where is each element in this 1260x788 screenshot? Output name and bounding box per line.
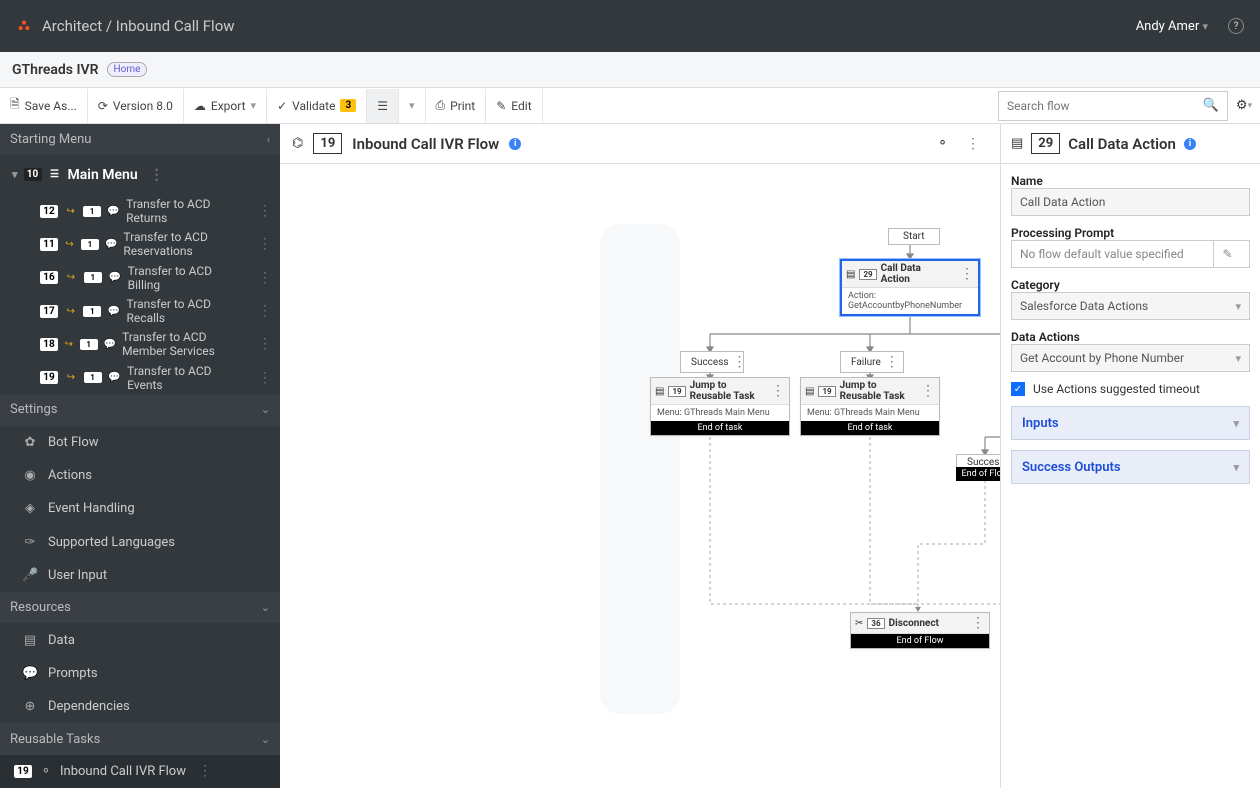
search-icon: 🔍 <box>1203 98 1219 113</box>
name-field[interactable]: Call Data Action <box>1011 188 1250 216</box>
user-input-item[interactable]: 🎤User Input <box>0 559 280 592</box>
home-badge[interactable]: Home <box>107 62 148 77</box>
checkbox-checked-icon: ✓ <box>1011 382 1025 396</box>
print-icon: ⎙ <box>436 98 446 113</box>
search-input[interactable]: 🔍 <box>998 91 1228 121</box>
processing-label: Processing Prompt <box>1011 226 1250 240</box>
validate-button[interactable]: ✓Validate 3 <box>267 89 367 123</box>
menu-item-events[interactable]: 19 ↪1💬 Transfer to ACD Events⋮ <box>0 361 280 394</box>
save-icon: 🗎 <box>10 95 20 116</box>
languages-item[interactable]: ✑Supported Languages <box>0 526 280 559</box>
reusable-task-item[interactable]: 19 ⚬ Inbound Call IVR Flow⋮ <box>0 755 280 788</box>
outputs-accordion[interactable]: Success Outputs▾ <box>1011 450 1250 484</box>
minimap-icon[interactable]: ⚬ <box>937 136 948 151</box>
menu-item-recalls[interactable]: 17 ↪1💬 Transfer to ACD Recalls⋮ <box>0 294 280 327</box>
database-icon: ▤ <box>22 633 38 648</box>
processing-field[interactable]: No flow default value specified ✎ <box>1011 240 1250 268</box>
info-icon[interactable]: i <box>1184 138 1196 150</box>
cloud-icon: ☁ <box>194 99 206 113</box>
version-icon: ⟳ <box>98 99 108 113</box>
actions-item[interactable]: ◉Actions <box>0 459 280 492</box>
inspector-title: Call Data Action <box>1068 135 1176 153</box>
list-view-button[interactable]: ☰ <box>367 89 399 123</box>
settings-section[interactable]: Settings⌄ <box>0 394 280 425</box>
user-menu[interactable]: Andy Amer ▾ <box>1136 19 1208 34</box>
check-icon: ✓ <box>277 99 287 113</box>
call-data-action-node[interactable]: ▤29Call Data Action⋮ Action: GetAccountb… <box>840 259 980 316</box>
chevron-left-icon: ‹ <box>267 133 270 146</box>
canvas-title: Inbound Call IVR Flow <box>352 135 499 153</box>
flow-canvas[interactable]: Start ▤29Call Data Action⋮ Action: GetAc… <box>280 164 1000 788</box>
bot-flow-item[interactable]: ✿Bot Flow <box>0 426 280 459</box>
version-button[interactable]: ⟳Version 8.0 <box>88 89 184 123</box>
db-icon: ▤ <box>846 269 855 280</box>
inputs-accordion[interactable]: Inputs▾ <box>1011 406 1250 440</box>
task-number: 19 <box>313 133 342 154</box>
breadcrumb[interactable]: Architect / Inbound Call Flow <box>42 17 235 35</box>
data-item[interactable]: ▤Data <box>0 623 280 656</box>
starting-menu-section[interactable]: Starting Menu‹ <box>0 124 280 155</box>
more-icon[interactable]: ⋮ <box>150 167 164 183</box>
logo <box>16 18 32 34</box>
sidebar: Starting Menu‹ ▾ 10 ☰ Main Menu ⋮ 12 ↪ 1… <box>0 124 280 788</box>
prompt-icon: 💬 <box>22 666 38 681</box>
reusable-section[interactable]: Reusable Tasks⌄ <box>0 723 280 754</box>
edit-button[interactable]: ✎Edit <box>486 89 542 123</box>
settings-gear-button[interactable]: ⚙▾ <box>1228 91 1260 121</box>
list-icon: ☰ <box>377 99 388 113</box>
tag-icon: ◈ <box>22 501 38 516</box>
flow-name: GThreads IVR <box>12 62 99 78</box>
data-actions-select[interactable]: Get Account by Phone Number▾ <box>1011 344 1250 372</box>
bottom-disconnect-node[interactable]: ✂36Disconnect⋮ End of Flow <box>850 612 990 649</box>
menu-item-member[interactable]: 18 ↪1💬 Transfer to ACD Member Services⋮ <box>0 328 280 361</box>
t-success-end: End of Flow <box>956 467 1000 481</box>
category-select[interactable]: Salesforce Data Actions▾ <box>1011 292 1250 320</box>
arrow-icon: ↪ <box>64 204 77 218</box>
event-handling-item[interactable]: ◈Event Handling <box>0 492 280 525</box>
db-icon: ▤ <box>1011 136 1023 151</box>
dependencies-item[interactable]: ⊕Dependencies <box>0 690 280 723</box>
menu-item-returns[interactable]: 12 ↪ 1 💬 Transfer to ACD Returns⋮ <box>0 195 280 228</box>
menu-icon: ☰ <box>48 168 62 182</box>
tree-icon[interactable]: ⌬ <box>292 136 303 151</box>
canvas-more[interactable]: ⋮ <box>966 136 980 152</box>
export-button[interactable]: ☁Export ▾ <box>184 89 267 123</box>
flow-icon: ⚬ <box>38 764 54 779</box>
speech-icon: 💬 <box>107 204 120 218</box>
print-button[interactable]: ⎙Print <box>426 89 487 123</box>
inspector-panel: ▤ 29 Call Data Action i Name Call Data A… <box>1000 124 1260 788</box>
info-icon[interactable]: i <box>509 138 521 150</box>
timeout-checkbox-row[interactable]: ✓ Use Actions suggested timeout <box>1011 382 1250 396</box>
bot-icon: ✿ <box>22 435 38 450</box>
menu-item-reservations[interactable]: 11 ↪1💬 Transfer to ACD Reservations⋮ <box>0 228 280 261</box>
canvas: ⌬ 19 Inbound Call IVR Flow i ⚬ ⋮ <box>280 124 1000 788</box>
save-button[interactable]: 🗎Save As... <box>0 89 88 123</box>
lang-icon: ✑ <box>22 535 38 550</box>
mic-icon: 🎤 <box>22 568 38 583</box>
name-label: Name <box>1011 174 1250 188</box>
resources-section[interactable]: Resources⌄ <box>0 592 280 623</box>
list-dropdown[interactable]: ▾ <box>399 89 426 123</box>
start-node[interactable]: Start <box>888 228 940 245</box>
category-label: Category <box>1011 278 1250 292</box>
main-menu-item[interactable]: ▾ 10 ☰ Main Menu ⋮ <box>0 155 280 194</box>
gear-icon: ⚙ <box>1236 98 1248 113</box>
failure-branch[interactable]: Failure⋮ <box>840 351 904 373</box>
link-icon: ⊕ <box>22 699 38 714</box>
pencil-icon[interactable]: ✎ <box>1213 240 1241 268</box>
prompts-item[interactable]: 💬Prompts <box>0 657 280 690</box>
menu-item-billing[interactable]: 16 ↪1💬 Transfer to ACD Billing⋮ <box>0 261 280 294</box>
pencil-icon: ✎ <box>496 99 506 113</box>
globe-icon: ◉ <box>22 468 38 483</box>
data-actions-label: Data Actions <box>1011 330 1250 344</box>
failure-jump-node[interactable]: ▤19Jump to Reusable Task⋮ Menu: GThreads… <box>800 377 940 436</box>
success-branch[interactable]: Success⋮ <box>680 351 744 373</box>
help-icon[interactable]: ? <box>1228 18 1244 34</box>
success-jump-node[interactable]: ▤19Jump to Reusable Task⋮ Menu: GThreads… <box>650 377 790 436</box>
